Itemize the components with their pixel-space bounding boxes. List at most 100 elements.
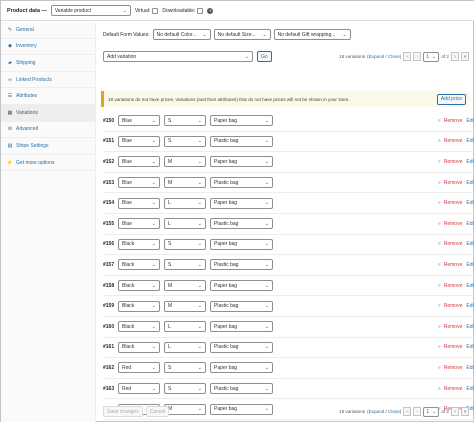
go-button[interactable]: Go — [257, 51, 272, 62]
remove-link[interactable]: Remove — [444, 283, 463, 289]
wrapping-select[interactable]: Paper bag ⌄ — [210, 115, 273, 127]
edit-link[interactable]: Edit — [466, 118, 474, 124]
size-select[interactable]: M ⌄ — [164, 177, 206, 189]
drag-handle-icon[interactable]: ≡ — [438, 241, 441, 247]
close-link[interactable]: Close — [388, 54, 400, 59]
edit-link[interactable]: Edit — [466, 200, 474, 206]
size-select[interactable]: S ⌄ — [164, 259, 206, 271]
first-page-button[interactable]: « — [403, 407, 412, 416]
size-select[interactable]: L ⌄ — [164, 341, 206, 353]
product-type-select[interactable]: Variable product ⌄ — [50, 5, 131, 16]
color-select[interactable]: Black ⌄ — [118, 321, 160, 333]
color-select[interactable]: Blue ⌄ — [118, 177, 160, 189]
drag-handle-icon[interactable]: ≡ — [438, 324, 441, 330]
variation-row[interactable]: #158Black⌄M⌄Paper bag⌄≡RemoveEdit — [103, 276, 474, 297]
remove-link[interactable]: Remove — [444, 262, 463, 268]
downloadable-option[interactable]: Downloadable: — [162, 7, 204, 14]
wrapping-select[interactable]: Paper bag ⌄ — [210, 321, 273, 333]
prev-page-button[interactable]: ‹ — [413, 407, 422, 416]
wrapping-select[interactable]: Paper bag ⌄ — [210, 238, 273, 250]
color-select[interactable]: Blue ⌄ — [118, 197, 160, 209]
sidebar-item-shipping[interactable]: ▰ Shipping — [1, 55, 95, 72]
expand-link[interactable]: Expand — [369, 54, 385, 59]
variation-row[interactable]: #162Red⌄S⌄Paper bag⌄≡RemoveEdit — [103, 358, 474, 379]
downloadable-checkbox[interactable] — [197, 7, 204, 14]
edit-link[interactable]: Edit — [466, 386, 474, 392]
variation-row[interactable]: #151Blue⌄S⌄Plastic bag⌄≡RemoveEdit — [103, 132, 474, 153]
sidebar-item-attributes[interactable]: ☰ Attributes — [1, 88, 95, 105]
size-select[interactable]: L ⌄ — [164, 321, 206, 333]
edit-link[interactable]: Edit — [466, 303, 474, 309]
color-select[interactable]: Blue ⌄ — [118, 115, 160, 127]
size-select[interactable]: L ⌄ — [164, 218, 206, 230]
size-select[interactable]: L ⌄ — [164, 197, 206, 209]
color-select[interactable]: Black ⌄ — [118, 280, 160, 292]
last-page-button[interactable]: » — [461, 52, 469, 61]
wrapping-select[interactable]: Paper bag ⌄ — [210, 156, 273, 168]
size-select[interactable]: S ⌄ — [164, 383, 206, 395]
wrapping-select[interactable]: Plastic bag ⌄ — [210, 218, 273, 230]
remove-link[interactable]: Remove — [444, 303, 463, 309]
wrapping-select[interactable]: Plastic bag ⌄ — [210, 300, 273, 312]
sidebar-item-stripe-settings[interactable]: ▤ Stripe Settings — [1, 138, 95, 155]
drag-handle-icon[interactable]: ≡ — [438, 180, 441, 186]
variation-row[interactable]: #163Red⌄S⌄Plastic bag⌄≡RemoveEdit — [103, 379, 474, 400]
page-select[interactable]: 1 ⌄ — [423, 406, 440, 417]
edit-link[interactable]: Edit — [466, 221, 474, 227]
size-select[interactable]: M ⌄ — [164, 280, 206, 292]
drag-handle-icon[interactable]: ≡ — [438, 365, 441, 371]
size-select[interactable]: S ⌄ — [164, 362, 206, 374]
next-page-button[interactable]: › — [451, 52, 459, 61]
remove-link[interactable]: Remove — [444, 200, 463, 206]
remove-link[interactable]: Remove — [444, 241, 463, 247]
variation-row[interactable]: #159Black⌄M⌄Plastic bag⌄≡RemoveEdit — [103, 296, 474, 317]
default-color-select[interactable]: No default Color... ⌄ — [152, 29, 211, 40]
edit-link[interactable]: Edit — [466, 241, 474, 247]
wrapping-select[interactable]: Plastic bag ⌄ — [210, 259, 273, 271]
drag-handle-icon[interactable]: ≡ — [438, 262, 441, 268]
remove-link[interactable]: Remove — [444, 221, 463, 227]
virtual-checkbox[interactable] — [152, 7, 159, 14]
color-select[interactable]: Black ⌄ — [118, 238, 160, 250]
remove-link[interactable]: Remove — [444, 386, 463, 392]
wrapping-select[interactable]: Plastic bag ⌄ — [210, 135, 273, 147]
sidebar-item-get-more-options[interactable]: ⚡ Get more options — [1, 155, 95, 172]
sidebar-item-linked-products[interactable]: ∞ Linked Products — [1, 72, 95, 89]
variation-row[interactable]: #161Black⌄L⌄Plastic bag⌄≡RemoveEdit — [103, 338, 474, 359]
size-select[interactable]: S ⌄ — [164, 135, 206, 147]
expand-link[interactable]: Expand — [369, 409, 385, 414]
edit-link[interactable]: Edit — [466, 344, 474, 350]
color-select[interactable]: Black ⌄ — [118, 341, 160, 353]
wrapping-select[interactable]: Paper bag ⌄ — [210, 280, 273, 292]
wrapping-select[interactable]: Paper bag ⌄ — [210, 197, 273, 209]
variation-row[interactable]: #156Black⌄S⌄Paper bag⌄≡RemoveEdit — [103, 235, 474, 256]
sidebar-item-advanced[interactable]: ⚙ Advanced — [1, 122, 95, 139]
edit-link[interactable]: Edit — [466, 138, 474, 144]
wrapping-select[interactable]: Paper bag ⌄ — [210, 362, 273, 374]
virtual-option[interactable]: Virtual: — [135, 7, 159, 14]
color-select[interactable]: Blue ⌄ — [118, 156, 160, 168]
sidebar-item-variations[interactable]: ▦ Variations — [1, 104, 95, 122]
drag-handle-icon[interactable]: ≡ — [438, 344, 441, 350]
drag-handle-icon[interactable]: ≡ — [438, 303, 441, 309]
wrapping-select[interactable]: Plastic bag ⌄ — [210, 383, 273, 395]
edit-link[interactable]: Edit — [466, 262, 474, 268]
edit-link[interactable]: Edit — [466, 283, 474, 289]
remove-link[interactable]: Remove — [444, 324, 463, 330]
size-select[interactable]: S ⌄ — [164, 115, 206, 127]
sidebar-item-general[interactable]: ✎ General — [1, 22, 95, 39]
drag-handle-icon[interactable]: ≡ — [438, 386, 441, 392]
drag-handle-icon[interactable]: ≡ — [438, 159, 441, 165]
sidebar-item-inventory[interactable]: ◆ Inventory — [1, 39, 95, 56]
drag-handle-icon[interactable]: ≡ — [438, 283, 441, 289]
size-select[interactable]: M ⌄ — [164, 300, 206, 312]
edit-link[interactable]: Edit — [466, 365, 474, 371]
color-select[interactable]: Blue ⌄ — [118, 218, 160, 230]
variation-row[interactable]: #150Blue⌄S⌄Paper bag⌄≡RemoveEdit — [103, 111, 474, 132]
edit-link[interactable]: Edit — [466, 159, 474, 165]
default-wrapping-select[interactable]: No default Gift wrapping... ⌄ — [273, 29, 351, 40]
remove-link[interactable]: Remove — [444, 138, 463, 144]
color-select[interactable]: Black ⌄ — [118, 300, 160, 312]
size-select[interactable]: M ⌄ — [164, 156, 206, 168]
remove-link[interactable]: Remove — [444, 180, 463, 186]
